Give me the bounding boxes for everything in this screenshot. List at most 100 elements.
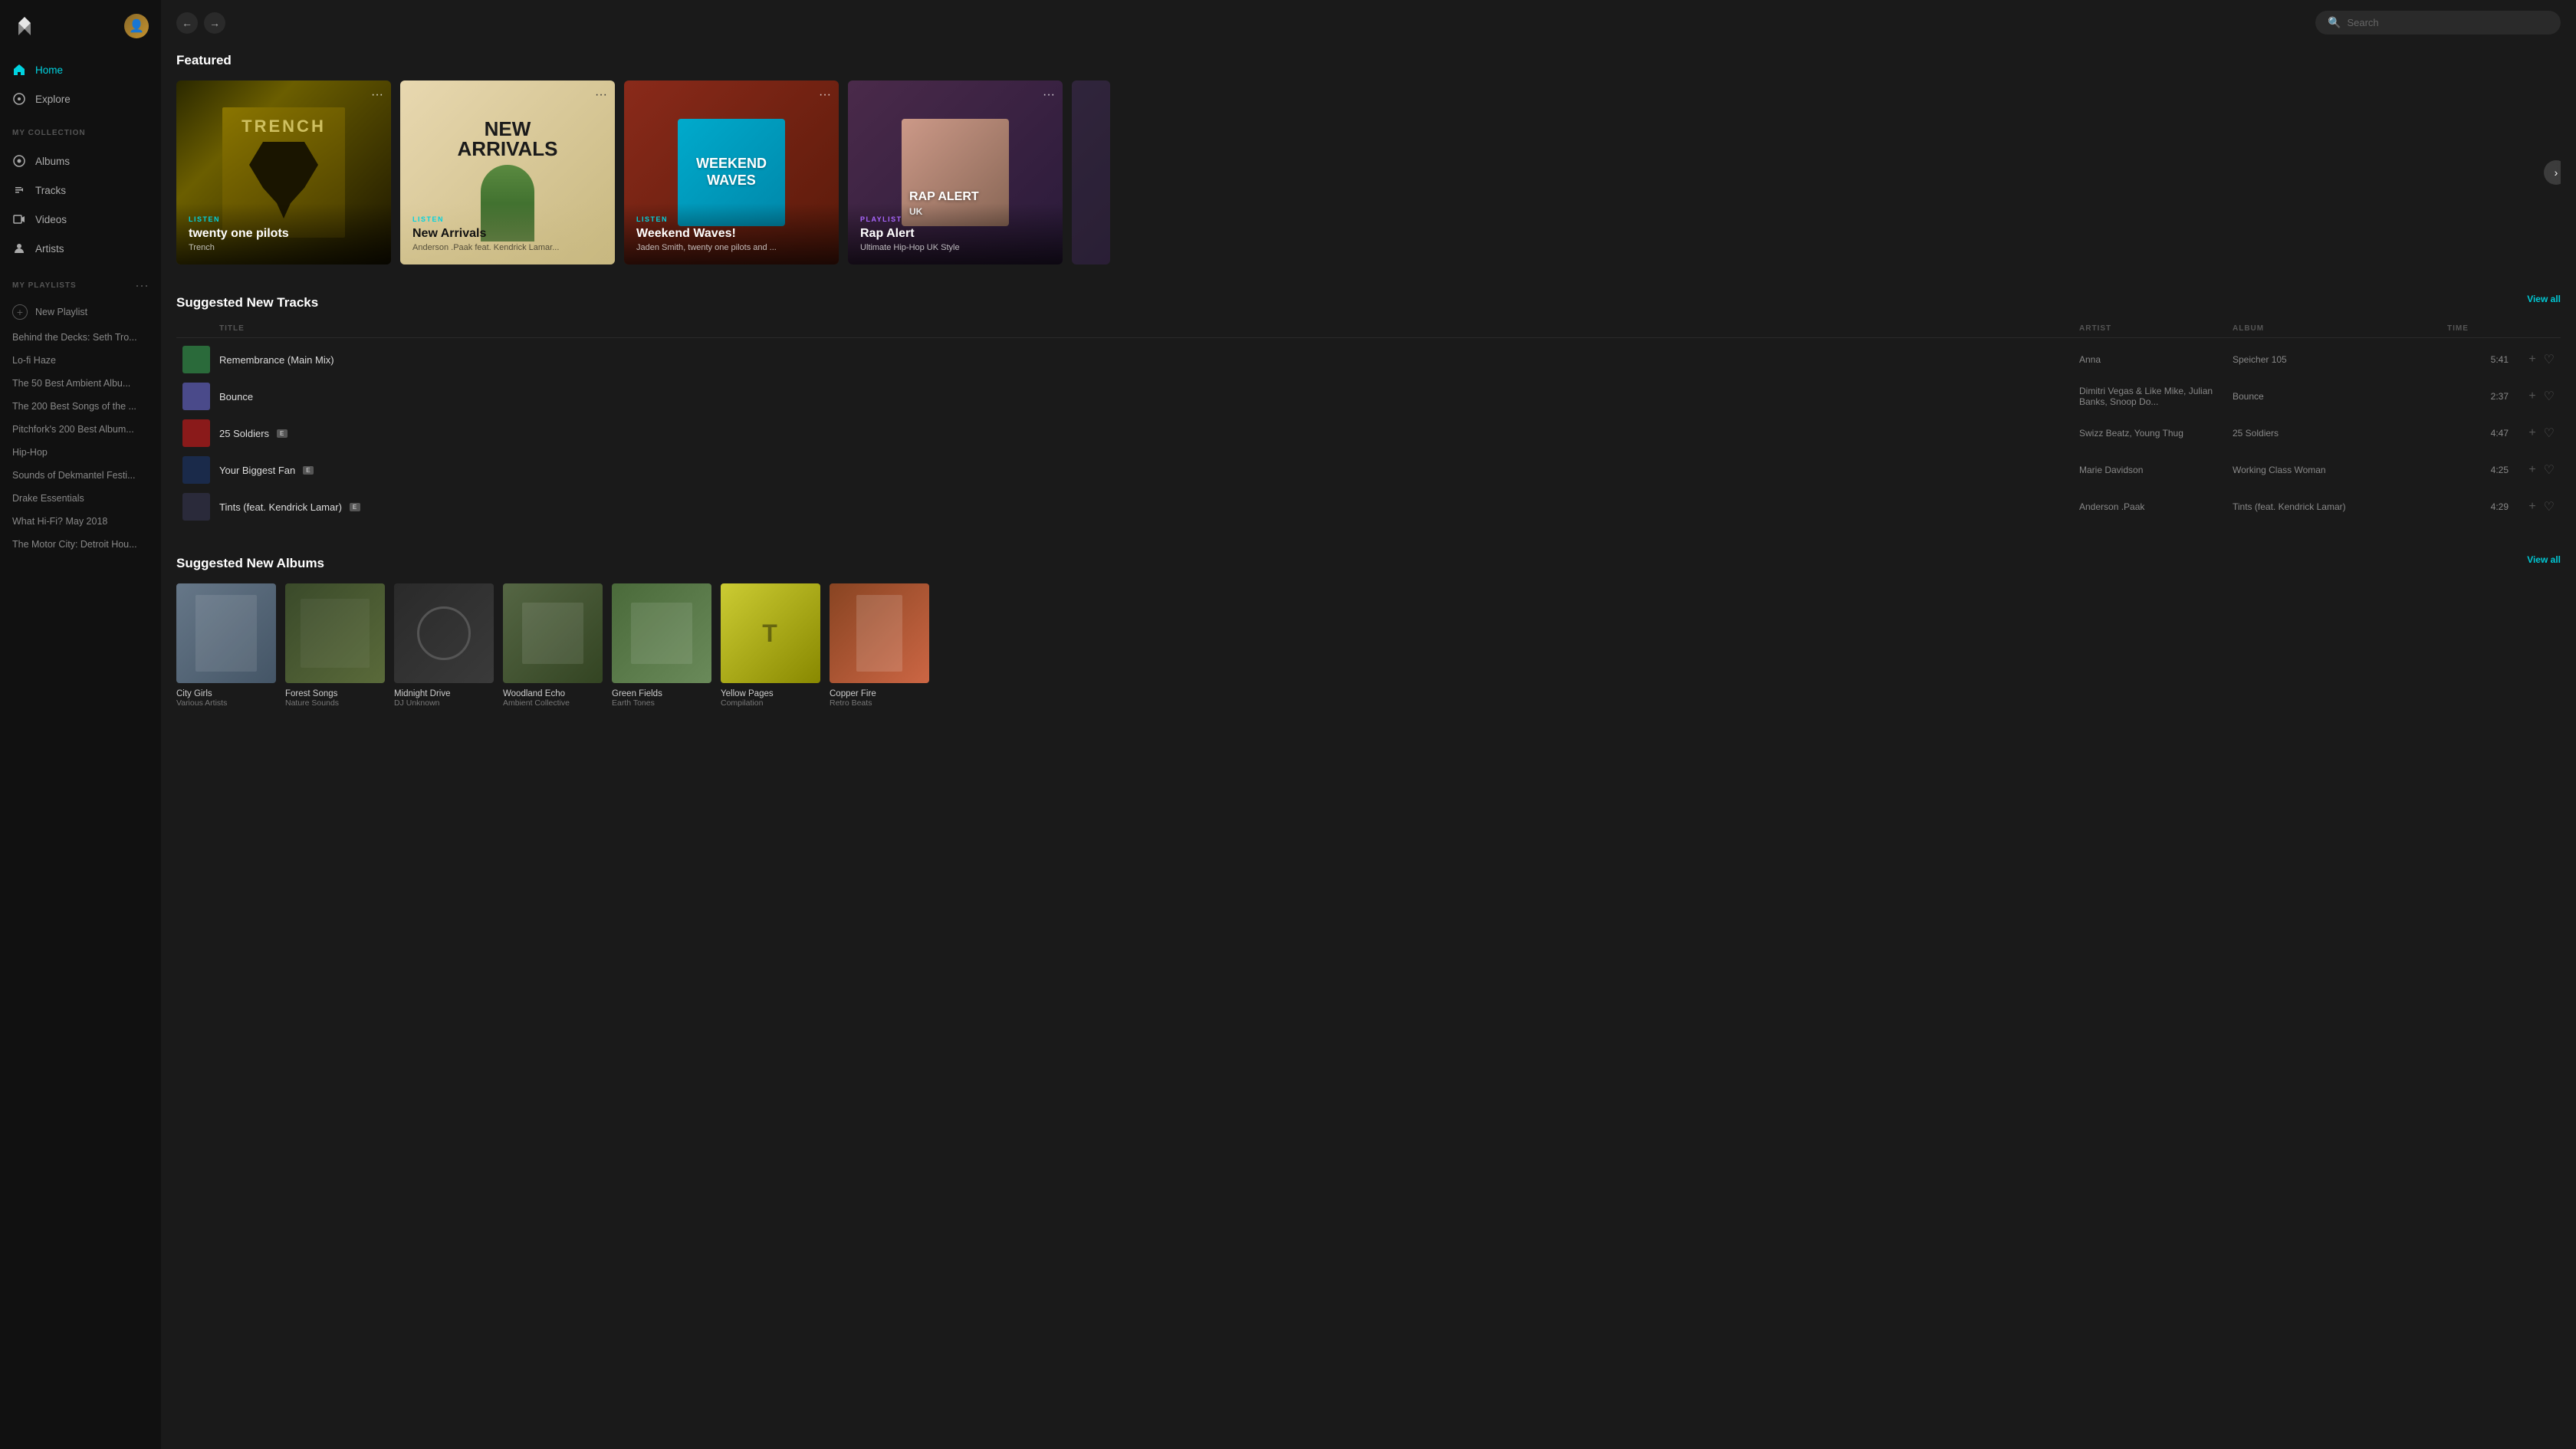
add-track-icon[interactable]: + xyxy=(2528,500,2535,514)
featured-card-waves[interactable]: WEEKENDWAVES ··· LISTEN Weekend Waves! J… xyxy=(624,80,839,264)
playlists-label: MY PLAYLISTS xyxy=(12,281,77,290)
like-track-icon[interactable]: ♡ xyxy=(2544,499,2555,514)
home-label: Home xyxy=(35,64,63,76)
track-artist: Swizz Beatz, Young Thug xyxy=(2079,428,2233,439)
track-name: Tints (feat. Kendrick Lamar) xyxy=(219,501,342,513)
add-track-icon[interactable]: + xyxy=(2528,353,2535,366)
card-subtitle-3: Jaden Smith, twenty one pilots and ... xyxy=(636,243,826,252)
playlist-item-1[interactable]: Lo-fi Haze xyxy=(0,349,161,372)
add-playlist-icon: + xyxy=(12,304,28,320)
sidebar-item-home[interactable]: Home xyxy=(0,55,161,84)
col-time: TIME xyxy=(2447,324,2509,333)
like-track-icon[interactable]: ♡ xyxy=(2544,426,2555,441)
album-card-4[interactable]: Woodland Echo Ambient Collective xyxy=(503,583,603,708)
albums-row: City Girls Various Artists Forest Songs … xyxy=(176,583,2561,708)
track-name: 25 Soldiers xyxy=(219,428,269,439)
album-card-2[interactable]: Forest Songs Nature Sounds xyxy=(285,583,385,708)
tracks-view-all-button[interactable]: View all xyxy=(2527,294,2561,304)
sidebar-item-tracks[interactable]: Tracks xyxy=(0,176,161,205)
track-name: Bounce xyxy=(219,391,253,402)
tracks-table-header: TITLE ARTIST ALBUM TIME xyxy=(176,320,2561,338)
track-artist: Marie Davidson xyxy=(2079,465,2233,475)
album-card-7[interactable]: Copper Fire Retro Beats xyxy=(830,583,929,708)
playlist-item-8[interactable]: What Hi-Fi? May 2018 xyxy=(0,510,161,533)
playlist-item-0[interactable]: Behind the Decks: Seth Tro... xyxy=(0,326,161,349)
playlist-item-4[interactable]: Pitchfork's 200 Best Album... xyxy=(0,418,161,441)
search-box[interactable]: 🔍 xyxy=(2315,11,2561,34)
explicit-badge: E xyxy=(350,503,360,511)
add-track-icon[interactable]: + xyxy=(2528,463,2535,477)
track-name: Remembrance (Main Mix) xyxy=(219,354,334,366)
card-title-4: Rap Alert xyxy=(860,226,1050,241)
card-options-icon-2[interactable]: ··· xyxy=(595,88,607,102)
featured-card-arrivals[interactable]: NEWARRIVALS ··· LISTEN New Arrivals Ande… xyxy=(400,80,615,264)
album-card-1[interactable]: City Girls Various Artists xyxy=(176,583,276,708)
playlist-item-9[interactable]: The Motor City: Detroit Hou... xyxy=(0,533,161,556)
albums-view-all-button[interactable]: View all xyxy=(2527,554,2561,565)
track-name: Your Biggest Fan xyxy=(219,465,295,476)
card-subtitle-2: Anderson .Paak feat. Kendrick Lamar... xyxy=(412,243,603,252)
playlist-item-5[interactable]: Hip-Hop xyxy=(0,441,161,464)
col-album: ALBUM xyxy=(2233,324,2447,333)
card-title-3: Weekend Waves! xyxy=(636,226,826,241)
card-options-icon[interactable]: ··· xyxy=(371,88,383,102)
card-subtitle: Trench xyxy=(189,243,379,252)
explore-label: Explore xyxy=(35,94,71,105)
track-time: 5:41 xyxy=(2447,354,2509,365)
track-thumb-2 xyxy=(182,419,210,447)
table-row[interactable]: Tints (feat. Kendrick Lamar)EAnderson .P… xyxy=(176,488,2561,525)
like-track-icon[interactable]: ♡ xyxy=(2544,462,2555,478)
album-card-5[interactable]: Green Fields Earth Tones xyxy=(612,583,711,708)
home-icon xyxy=(12,63,26,77)
search-input[interactable] xyxy=(2347,17,2548,28)
table-row[interactable]: 25 SoldiersESwizz Beatz, Young Thug25 So… xyxy=(176,415,2561,452)
search-icon: 🔍 xyxy=(2328,16,2341,29)
playlists-more-button[interactable]: ··· xyxy=(135,278,149,292)
track-artist: Anna xyxy=(2079,354,2233,365)
playlist-list: Behind the Decks: Seth Tro...Lo-fi HazeT… xyxy=(0,326,161,556)
forward-button[interactable]: → xyxy=(204,12,225,34)
videos-label: Videos xyxy=(35,214,67,225)
sidebar-item-albums[interactable]: Albums xyxy=(0,146,161,176)
sidebar-item-artists[interactable]: Artists xyxy=(0,234,161,263)
back-button[interactable]: ← xyxy=(176,12,198,34)
featured-card-rap[interactable]: RAP ALERTUK ··· PLAYLIST Rap Alert Ultim… xyxy=(848,80,1063,264)
artists-icon xyxy=(12,242,26,255)
col-artist: ARTIST xyxy=(2079,324,2233,333)
table-row[interactable]: Your Biggest FanEMarie DavidsonWorking C… xyxy=(176,452,2561,488)
card-options-icon-3[interactable]: ··· xyxy=(819,88,831,102)
track-thumb-0 xyxy=(182,346,210,373)
card-options-icon-4[interactable]: ··· xyxy=(1043,88,1055,102)
add-track-icon[interactable]: + xyxy=(2528,426,2535,440)
explicit-badge: E xyxy=(277,429,288,438)
collection-section-label: MY COLLECTION xyxy=(0,117,161,143)
add-track-icon[interactable]: + xyxy=(2528,389,2535,403)
explore-icon xyxy=(12,92,26,106)
table-row[interactable]: Remembrance (Main Mix) AnnaSpeicher 1055:… xyxy=(176,341,2561,378)
carousel-next-button[interactable]: › xyxy=(2544,160,2561,185)
playlist-item-2[interactable]: The 50 Best Ambient Albu... xyxy=(0,372,161,395)
tracks-label: Tracks xyxy=(35,185,66,196)
like-track-icon[interactable]: ♡ xyxy=(2544,352,2555,367)
card-type: LISTEN xyxy=(189,215,379,223)
tracks-list: Remembrance (Main Mix) AnnaSpeicher 1055:… xyxy=(176,341,2561,525)
new-playlist-button[interactable]: + New Playlist xyxy=(0,298,161,326)
playlist-item-3[interactable]: The 200 Best Songs of the ... xyxy=(0,395,161,418)
like-track-icon[interactable]: ♡ xyxy=(2544,389,2555,404)
table-row[interactable]: BounceDimitri Vegas & Like Mike, Julian … xyxy=(176,378,2561,415)
featured-card-trench[interactable]: TRENCH ··· LISTEN twenty one pilots Tren… xyxy=(176,80,391,264)
sidebar-item-explore[interactable]: Explore xyxy=(0,84,161,113)
track-album: Speicher 105 xyxy=(2233,354,2447,365)
album-card-3[interactable]: Midnight Drive DJ Unknown xyxy=(394,583,494,708)
tidal-logo[interactable] xyxy=(12,14,37,38)
playlist-item-7[interactable]: Drake Essentials xyxy=(0,487,161,510)
track-album: 25 Soldiers xyxy=(2233,428,2447,439)
featured-section: Featured TRENCH ··· LISTEN twenty one pi… xyxy=(161,45,2576,288)
playlist-item-6[interactable]: Sounds of Dekmantel Festi... xyxy=(0,464,161,487)
card-type-2: LISTEN xyxy=(412,215,603,223)
albums-icon xyxy=(12,154,26,168)
user-avatar[interactable]: 👤 xyxy=(124,14,149,38)
sidebar-item-videos[interactable]: Videos xyxy=(0,205,161,234)
playlists-section-header: MY PLAYLISTS ··· xyxy=(0,266,161,298)
album-card-6[interactable]: T Yellow Pages Compilation xyxy=(721,583,820,708)
